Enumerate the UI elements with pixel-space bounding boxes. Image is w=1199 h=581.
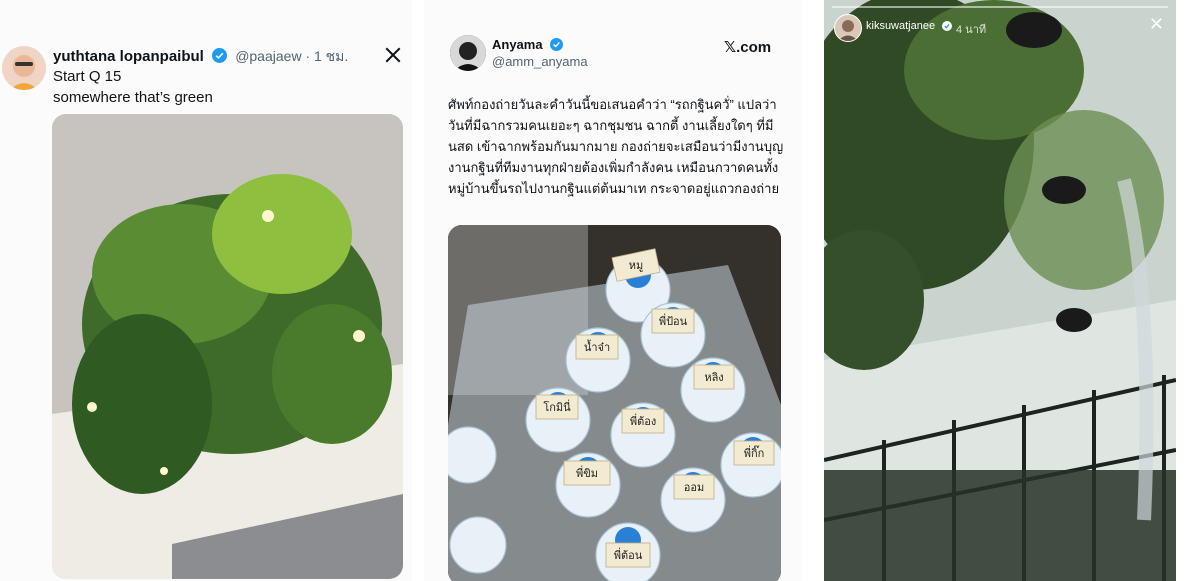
bottle-label: หลิง [704,371,723,384]
bottle-label: หมู [629,259,644,272]
story-time: 4 นาที [956,24,987,36]
verified-badge-icon [212,48,228,67]
avatar[interactable] [2,46,46,90]
avatar[interactable] [834,14,862,42]
close-icon[interactable]: ✕ [1149,14,1164,35]
author-line: Anyama [492,37,564,54]
story-username[interactable]: kiksuwatjanee [866,20,935,32]
bottle-label: น้ำจ๋า [584,339,610,354]
bottle-label: พี่ต้อง [630,413,656,428]
author-line: yuthtana lopanpaibul @paajaew · 1 ชม. [53,46,348,68]
source-label[interactable]: 𝕏.com [724,38,771,56]
bottle-label: ออม [684,481,704,494]
handle[interactable]: @amm_anyama [492,54,588,69]
story-photo[interactable] [824,0,1176,581]
bottle-label: พี่ต้อน [614,547,643,562]
tweet-text-line: Start Q 15 [53,68,122,85]
bottle-label: พี่ป้อน [659,313,688,328]
bottle-label: โกมินี่ [543,399,571,414]
tweet-text: ศัพท์กองถ่ายวันละคำวันนี้ขอเสนอคำว่า “รถ… [448,97,784,196]
bottle-label: พี่กิ๊ก [744,445,765,460]
display-name[interactable]: Anyama [492,37,543,52]
tweet-photo[interactable] [52,114,403,579]
tweet-card-2: Anyama @amm_anyama 𝕏.com ศัพท์กองถ่ายวัน… [424,0,802,581]
bottle-label: พี่ขิม [576,465,598,480]
verified-badge-icon [942,21,953,34]
verified-badge-icon [550,38,564,54]
story-username-line: kiksuwatjanee [866,20,953,34]
x-logo-icon[interactable] [384,46,402,69]
tweet-card-1: yuthtana lopanpaibul @paajaew · 1 ชม. St… [0,0,412,581]
tweet-photo[interactable]: หมู พี่ป้อน น้ำจ๋า หลิง โกมินี่ พี่ต้อง … [448,225,781,581]
handle-time[interactable]: @paajaew · 1 ชม. [235,48,348,64]
story-progress-bar [832,6,1168,8]
tweet-text-line: somewhere that’s green [53,89,213,106]
avatar[interactable] [450,35,486,71]
story-card: kiksuwatjanee 4 นาที ✕ [824,0,1176,581]
display-name[interactable]: yuthtana lopanpaibul [53,48,204,65]
